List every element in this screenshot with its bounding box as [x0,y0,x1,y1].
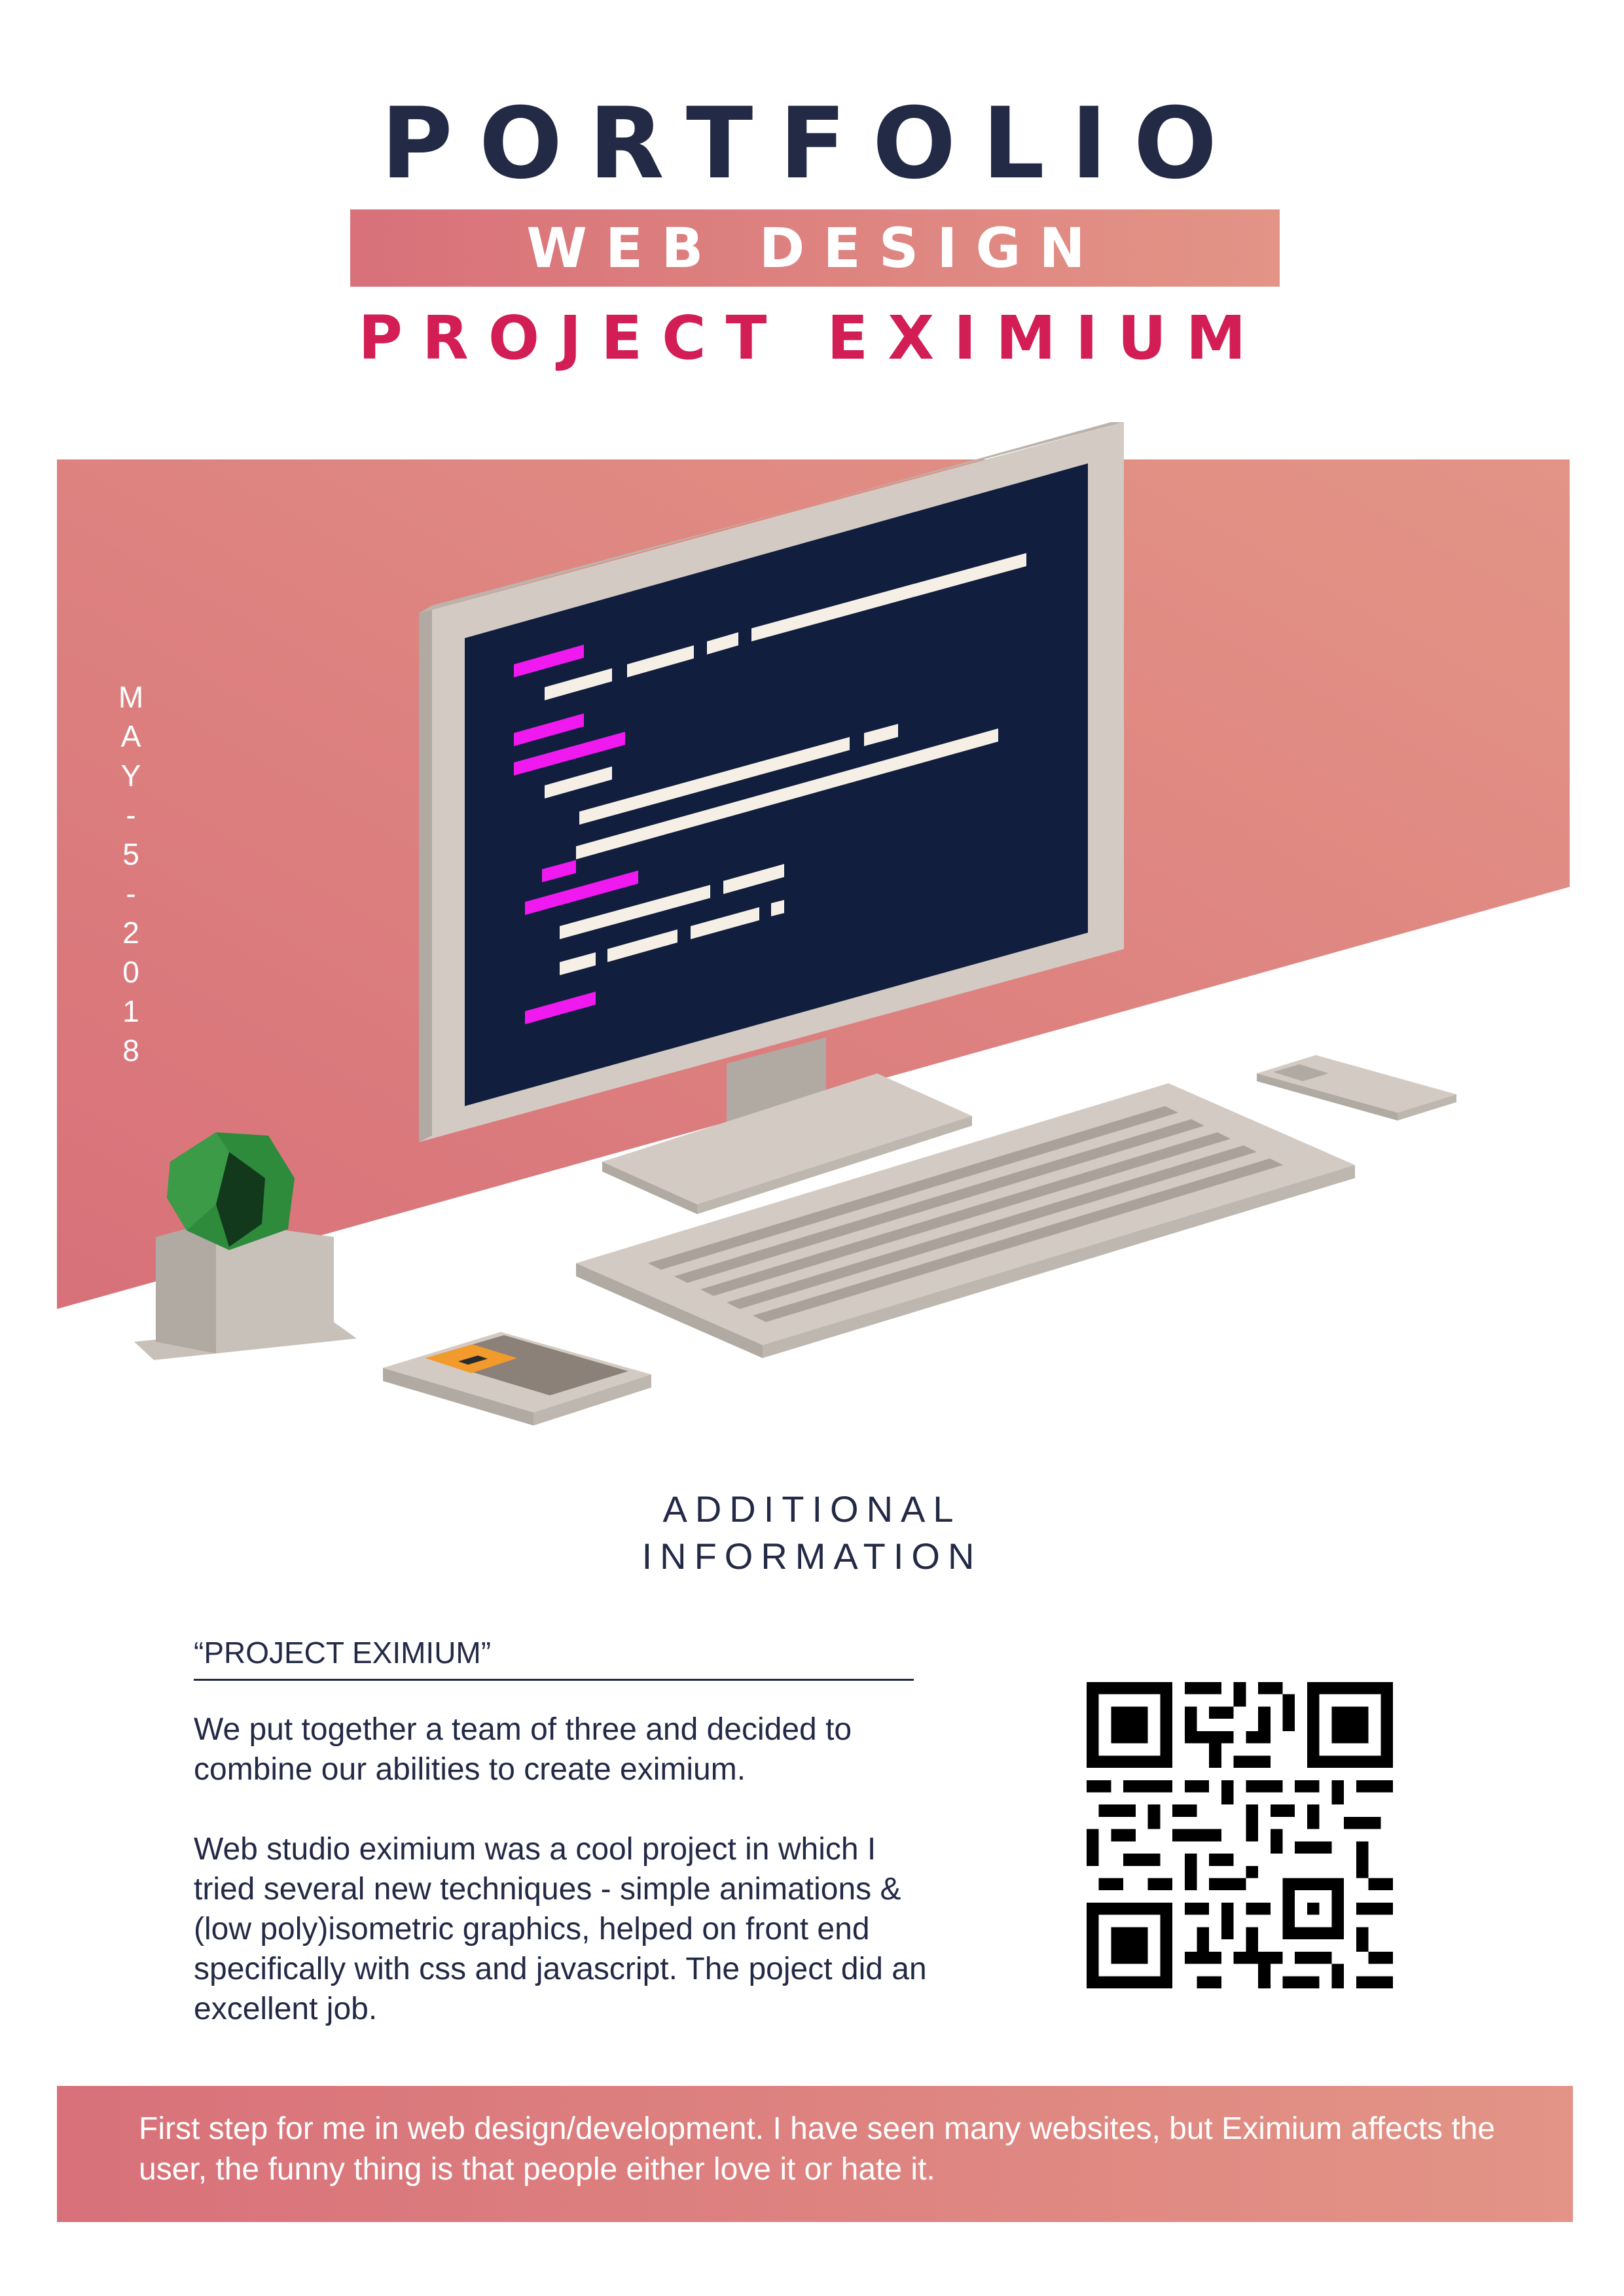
subtitle: WEB DESIGN [526,216,1104,280]
date-char: M [118,680,144,714]
date-char: 2 [122,916,139,950]
qr-code-icon [1087,1682,1393,1988]
date-char: 5 [122,837,139,871]
page-title: PORTFOLIO [380,87,1244,201]
date-char: - [126,798,136,832]
heading-line-1: ADDITIONAL [662,1488,962,1530]
divider [194,1679,914,1681]
date-char: 0 [122,955,139,989]
date-char: 1 [122,994,139,1028]
workspace-illustration [57,422,1570,1426]
date-char: A [120,719,141,753]
paragraph-2: Web studio eximium was a cool project in… [194,1832,927,2026]
project-quote: “PROJECT EXIMIUM” [194,1636,492,1670]
additional-info-heading: ADDITIONAL INFORMATION [0,1486,1624,1580]
project-name: PROJECT EXIMIUM [358,303,1266,373]
mouse-icon [1257,1055,1456,1121]
date-char: 8 [122,1033,139,1067]
date-char: - [126,876,136,910]
footer-text: First step for me in web design/developm… [139,2111,1496,2187]
tablet-icon [383,1332,651,1426]
date-char: Y [120,759,141,793]
paragraph-1: We put together a team of three and deci… [194,1712,852,1787]
heading-line-2: INFORMATION [641,1535,983,1577]
